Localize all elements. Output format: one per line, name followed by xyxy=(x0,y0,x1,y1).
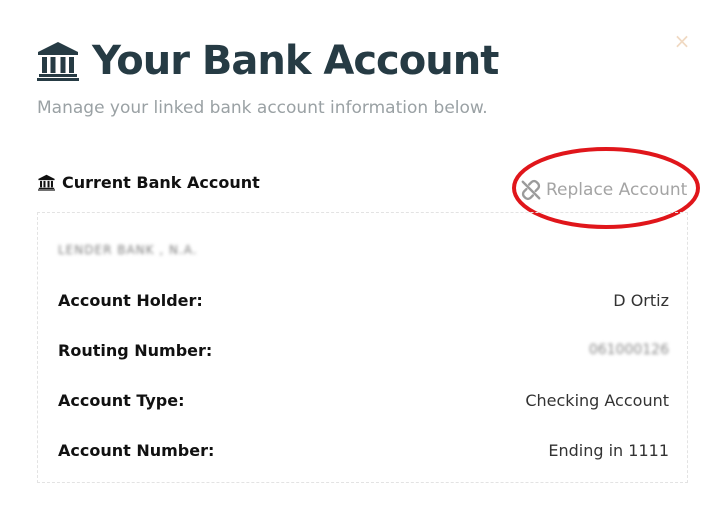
account-holder-row: Account Holder: D Ortiz xyxy=(58,288,669,312)
detail-label: Account Number: xyxy=(58,440,215,460)
page-subtitle: Manage your linked bank account informat… xyxy=(37,98,488,118)
bank-icon xyxy=(38,174,55,191)
bank-account-modal: × Your Bank Account Manage your linked b… xyxy=(0,0,710,522)
account-number-row: Account Number: Ending in 1111 xyxy=(58,438,669,462)
modal-header: Your Bank Account xyxy=(36,36,499,86)
section-title: Current Bank Account xyxy=(62,172,260,192)
bank-account-details: LENDER BANK , N.A. Account Holder: D Ort… xyxy=(37,212,688,483)
close-button[interactable]: × xyxy=(672,30,692,52)
replace-account-link[interactable]: Replace Account xyxy=(520,176,687,204)
detail-label: Routing Number: xyxy=(58,340,213,360)
section-header: Current Bank Account xyxy=(37,170,260,194)
routing-number-row: Routing Number: 061000126 xyxy=(58,338,669,362)
detail-value: 061000126 xyxy=(588,342,669,358)
detail-value: Ending in 1111 xyxy=(548,440,669,460)
detail-value: D Ortiz xyxy=(613,290,669,310)
bank-icon xyxy=(37,42,79,81)
page-title: Your Bank Account xyxy=(92,38,499,84)
bank-name: LENDER BANK , N.A. xyxy=(58,243,198,257)
detail-label: Account Holder: xyxy=(58,290,203,310)
close-icon[interactable]: × xyxy=(674,29,691,53)
detail-label: Account Type: xyxy=(58,390,185,410)
unlink-icon[interactable] xyxy=(520,179,542,201)
account-type-row: Account Type: Checking Account xyxy=(58,388,669,412)
detail-value: Checking Account xyxy=(525,390,669,410)
replace-account-label[interactable]: Replace Account xyxy=(546,180,687,200)
